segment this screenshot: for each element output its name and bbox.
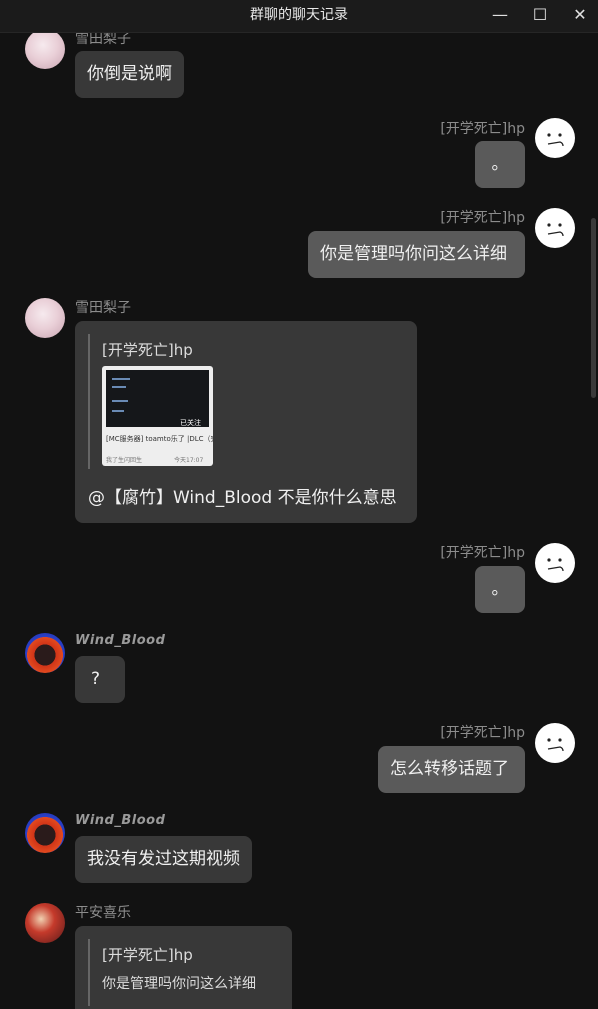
video-thumbnail[interactable]: 已关注 [MC服务器] toamto乐了 |DLC（完美） 我了生闪回生 今天1… [102,366,213,466]
thumbnail-line [112,400,128,402]
sender-name: [开学死亡]hp [440,121,525,137]
message-bubble[interactable]: 我没有发过这期视频 [75,836,252,883]
scrollbar[interactable] [591,218,596,398]
face-icon [547,223,564,237]
face-icon [547,133,564,147]
thumbnail-line [112,386,126,388]
avatar[interactable] [535,208,575,248]
message-bubble[interactable]: 你倒是说啊 [75,51,184,98]
avatar[interactable] [535,543,575,583]
sender-name: [开学死亡]hp [440,210,525,226]
thumbnail-time: 今天17:07 [174,457,204,464]
maximize-icon[interactable]: ☐ [520,0,560,30]
minimize-icon[interactable]: — [480,0,520,30]
quote-sender: [开学死亡]hp [102,341,193,359]
quote-sender: [开学死亡]hp [102,946,193,964]
face-icon [547,558,564,572]
thumbnail-caption: [MC服务器] toamto乐了 |DLC（完美） [106,435,213,443]
message-bubble[interactable]: [开学死亡]hp 你是管理吗你问这么详细 [75,926,292,1009]
face-icon [547,738,564,752]
avatar[interactable] [535,118,575,158]
thumbnail-line [112,410,124,412]
message-bubble[interactable]: ? [75,656,125,703]
sender-name: 雪田梨子 [75,300,131,316]
avatar[interactable] [25,33,65,69]
quote-bar [88,939,90,1006]
sender-name: 平安喜乐 [75,905,131,921]
avatar[interactable] [25,633,65,673]
quote-bar [88,334,90,469]
sender-name: Wind_Blood [75,633,166,648]
avatar[interactable] [25,813,65,853]
sender-name: [开学死亡]hp [440,725,525,741]
thumbnail-author: 我了生闪回生 [106,457,143,464]
thumbnail-screen: 已关注 [106,370,209,427]
avatar[interactable] [25,903,65,943]
avatar[interactable] [25,298,65,338]
message-bubble[interactable]: 怎么转移话题了 [378,746,525,793]
thumbnail-tag: 已关注 [180,419,201,427]
avatar[interactable] [535,723,575,763]
message-bubble[interactable]: 。 [475,141,525,188]
sender-name: [开学死亡]hp [440,545,525,561]
chat-history[interactable]: 雪田梨子 你倒是说啊 [开学死亡]hp 。 [开学死亡]hp 你是管理吗你问这么… [0,33,598,1009]
message-bubble[interactable]: [开学死亡]hp 已关注 [MC服务器] toamto乐了 |DLC（完美） 我… [75,321,417,523]
thumbnail-line [112,378,130,380]
close-icon[interactable]: ✕ [560,0,598,30]
quote-text: 你是管理吗你问这么详细 [102,976,256,992]
sender-name: Wind_Blood [75,813,166,828]
message-bubble[interactable]: 你是管理吗你问这么详细 [308,231,525,278]
sender-name: 雪田梨子 [75,33,131,47]
message-bubble[interactable]: 。 [475,566,525,613]
title-bar: 群聊的聊天记录 — ☐ ✕ [0,0,598,33]
message-text: @【腐竹】Wind_Blood 不是你什么意思 [88,488,397,508]
